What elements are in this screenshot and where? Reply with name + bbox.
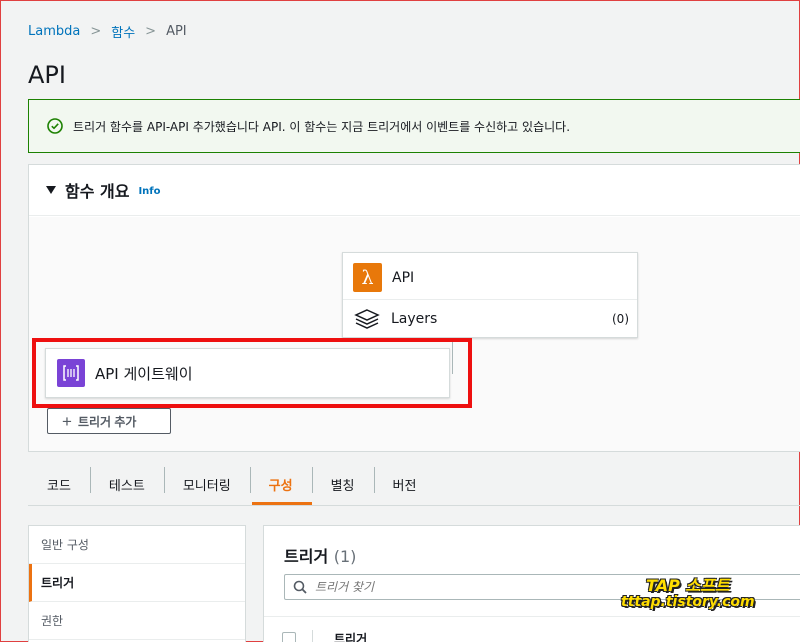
watermark-line1: TAP 소프트: [646, 576, 730, 595]
triggers-title: 트리거 (1): [284, 543, 356, 567]
tab-configuration[interactable]: 구성: [249, 463, 312, 505]
function-row[interactable]: λ API: [353, 263, 414, 292]
divider: [343, 299, 637, 300]
tab-monitoring[interactable]: 모니터링: [163, 463, 250, 505]
function-card[interactable]: λ API Layers (0): [342, 252, 638, 338]
flash-message: 트리거 함수를 API-API 추가했습니다 API. 이 함수는 지금 트리거…: [73, 119, 571, 134]
tab-versions[interactable]: 버전: [373, 463, 436, 505]
tab-test[interactable]: 테스트: [89, 463, 164, 505]
breadcrumb-current: API: [166, 24, 187, 39]
tab-aliases[interactable]: 별칭: [311, 463, 374, 505]
info-link[interactable]: Info: [138, 186, 160, 197]
breadcrumb: Lambda > 함수 > API: [28, 22, 187, 41]
success-flash-banner: 트리거 함수를 API-API 추가했습니다 API. 이 함수는 지금 트리거…: [28, 99, 800, 153]
sidenav-item-triggers[interactable]: 트리거: [29, 564, 245, 602]
configuration-sidenav: 일반 구성 트리거 권한: [28, 525, 246, 642]
caret-down-icon[interactable]: [46, 186, 56, 194]
breadcrumb-lambda-link[interactable]: Lambda: [28, 24, 80, 39]
chevron-right-icon: >: [145, 24, 157, 39]
function-name: API: [392, 269, 415, 286]
search-icon: [293, 580, 307, 594]
layers-row[interactable]: Layers (0): [353, 305, 629, 333]
add-trigger-label: 트리거 추가: [77, 414, 137, 429]
layers-label: Layers: [391, 311, 438, 327]
divider: [264, 616, 800, 617]
tab-code[interactable]: 코드: [28, 463, 90, 505]
plus-icon: +: [62, 411, 72, 431]
select-all-checkbox[interactable]: [282, 632, 296, 642]
overview-title: 함수 개요: [65, 182, 130, 201]
sidenav-item-permissions[interactable]: 권한: [29, 602, 245, 640]
layers-count: (0): [612, 312, 629, 326]
triggers-count: (1): [333, 547, 357, 566]
watermark-line2: tttap.tistory.com: [621, 593, 755, 610]
lambda-icon: λ: [353, 263, 382, 292]
breadcrumb-functions-link[interactable]: 함수: [111, 22, 135, 41]
function-overview-panel: 함수 개요 Info λ API Layers (0) API 게이트웨이 + …: [28, 164, 800, 452]
layers-icon: [354, 309, 380, 329]
watermark: TAP 소프트 tttap.tistory.com: [621, 577, 755, 610]
success-check-icon: [47, 118, 63, 134]
chevron-right-icon: >: [90, 24, 102, 39]
highlight-box: [32, 338, 472, 408]
tabs-divider: [28, 505, 800, 506]
add-trigger-button[interactable]: + 트리거 추가: [47, 408, 171, 434]
triggers-title-text: 트리거: [284, 547, 329, 566]
trigger-search-input[interactable]: [315, 580, 615, 594]
column-header-trigger[interactable]: 트리거: [334, 630, 367, 642]
overview-header[interactable]: 함수 개요 Info: [29, 165, 800, 216]
column-separator: [312, 630, 313, 642]
page-title: API: [28, 61, 66, 89]
sidenav-item-general[interactable]: 일반 구성: [29, 526, 245, 564]
function-tabs: 코드 테스트 모니터링 구성 별칭 버전: [28, 463, 435, 505]
